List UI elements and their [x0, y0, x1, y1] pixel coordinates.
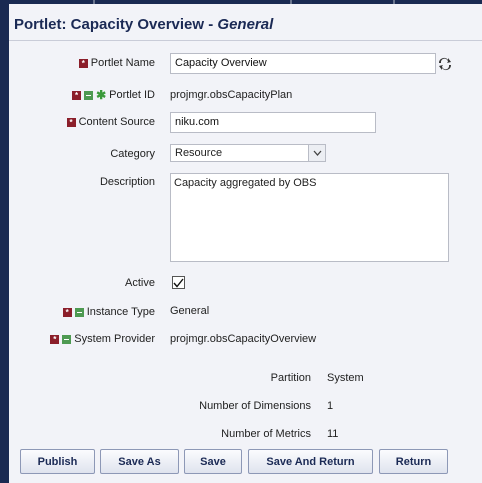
portlet-id-label: Portlet ID — [109, 89, 155, 101]
title-divider — [9, 40, 482, 41]
category-label: Category — [110, 148, 155, 160]
partition-value: System — [327, 372, 364, 384]
required-icon — [62, 307, 72, 317]
portlet-name-label: Portlet Name — [90, 57, 155, 69]
dimensions-label: Number of Dimensions — [199, 400, 311, 412]
instance-type-value: General — [170, 305, 210, 317]
save-as-button[interactable]: Save As — [100, 449, 179, 474]
content-source-label-group: Content Source — [66, 115, 155, 129]
chevron-down-icon[interactable] — [308, 145, 325, 161]
locked-icon — [84, 90, 94, 100]
description-label: Description — [99, 176, 155, 188]
system-provider-label-group: System Provider — [50, 332, 155, 346]
required-icon — [50, 334, 60, 344]
content-source-input[interactable]: niku.com — [170, 112, 376, 133]
dimensions-value: 1 — [327, 400, 334, 412]
locked-icon — [74, 307, 84, 317]
category-label-group: Category — [110, 147, 155, 161]
return-button[interactable]: Return — [379, 449, 448, 474]
title-main: Portlet: Capacity Overview — [14, 16, 205, 33]
instance-type-label: Instance Type — [86, 306, 155, 318]
description-textarea[interactable]: Capacity aggregated by OBS — [170, 173, 449, 262]
title-subtitle: General — [217, 16, 274, 33]
active-label-group: Active — [125, 276, 155, 290]
title-separator: - — [204, 16, 218, 33]
portlet-name-input[interactable]: Capacity Overview — [170, 53, 436, 74]
page-title: Portlet: Capacity Overview - General — [14, 16, 273, 33]
active-checkbox[interactable] — [172, 276, 185, 289]
active-label: Active — [125, 277, 155, 289]
save-button[interactable]: Save — [184, 449, 242, 474]
save-and-return-button[interactable]: Save And Return — [248, 449, 373, 474]
required-icon — [78, 58, 88, 68]
category-selected-value: Resource — [175, 147, 223, 159]
left-frame-bar — [0, 0, 9, 483]
portlet-name-label-group: Portlet Name — [78, 56, 155, 70]
partition-label: Partition — [270, 372, 311, 384]
key-icon: ✱ — [96, 87, 107, 102]
refresh-icon[interactable] — [437, 56, 453, 72]
required-icon — [72, 90, 82, 100]
system-provider-label: System Provider — [74, 333, 155, 345]
locked-icon — [62, 334, 72, 344]
required-icon — [66, 117, 76, 127]
instance-type-label-group: Instance Type — [62, 305, 155, 319]
checkmark-icon — [173, 278, 184, 288]
category-select[interactable]: Resource — [170, 144, 326, 162]
metrics-label: Number of Metrics — [221, 428, 311, 440]
system-provider-value: projmgr.obsCapacityOverview — [170, 333, 317, 345]
metrics-value: 11 — [327, 428, 339, 440]
content-source-label: Content Source — [78, 116, 155, 128]
publish-button[interactable]: Publish — [20, 449, 95, 474]
portlet-id-label-group: ✱ Portlet ID — [72, 88, 155, 102]
description-label-group: Description — [100, 175, 155, 189]
portlet-id-value: projmgr.obsCapacityPlan — [170, 89, 293, 101]
